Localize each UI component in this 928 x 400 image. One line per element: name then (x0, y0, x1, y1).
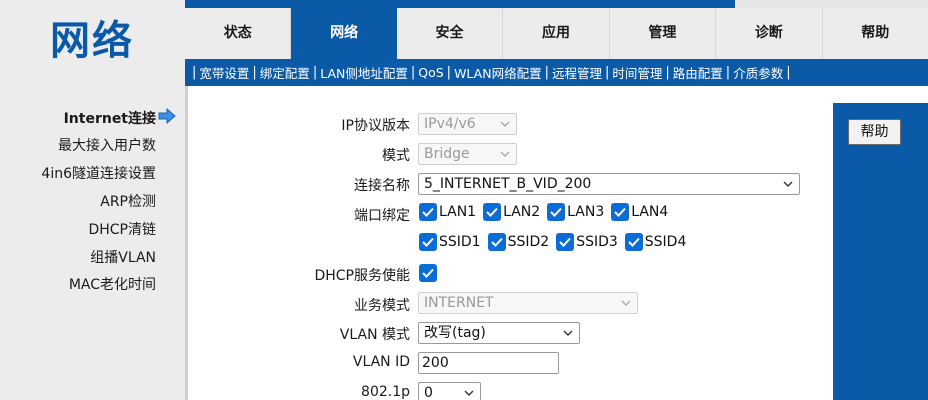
lan4-checkbox[interactable] (611, 203, 630, 221)
check-icon (490, 237, 503, 247)
dot1p-label: 802.1p (361, 384, 410, 400)
check-icon (422, 268, 434, 278)
tab-help[interactable]: 帮助 (823, 8, 928, 59)
ip-version-label: IP协议版本 (341, 118, 410, 134)
lan3-checkbox[interactable] (547, 203, 566, 221)
main-nav: 状态 网络 安全 应用 管理 诊断 帮助 (185, 8, 928, 59)
sidebar-item-internet[interactable]: Internet连接 (64, 108, 156, 128)
top-strip-right (735, 0, 928, 8)
subnav-item-broadband[interactable]: 宽带设置 (199, 63, 249, 82)
vlan-mode-label: VLAN 模式 (339, 327, 410, 343)
port-binding-row-1: LAN1 LAN2 LAN3 LAN4 (419, 203, 675, 221)
service-mode-select: INTERNET (418, 292, 638, 314)
help-panel-gap (833, 86, 928, 103)
tab-status[interactable]: 状态 (185, 8, 292, 59)
vlan-id-input[interactable]: 200 (418, 352, 559, 374)
check-icon (559, 237, 571, 247)
tab-diagnostics[interactable]: 诊断 (716, 8, 823, 59)
tab-network[interactable]: 网络 (291, 8, 397, 59)
mode-select: Bridge (418, 143, 517, 165)
logo-area: 网络 (0, 0, 185, 86)
check-icon (550, 207, 562, 217)
chevron-down-icon (783, 181, 793, 187)
dhcp-enable-group (419, 264, 439, 282)
help-panel: 帮助 (833, 103, 928, 400)
service-mode-label: 业务模式 (354, 298, 410, 314)
vlan-mode-select[interactable]: 改写(tag) (418, 322, 580, 344)
sidebar: Internet连接 最大接入用户数 4in6隧道连接设置 ARP检测 DHCP… (0, 86, 185, 400)
sidebar-item-max-users[interactable]: 最大接入用户数 (58, 135, 156, 155)
main-content: IP协议版本 IPv4/v6 模式 Bridge 连接名称 5_INTERNET… (188, 86, 833, 400)
subnav-item-remote[interactable]: 远程管理 (552, 63, 602, 82)
check-icon (614, 207, 626, 217)
port-binding-row-2: SSID1 SSID2 SSID3 SSID4 (419, 233, 693, 251)
check-icon (422, 207, 434, 217)
ssid4-checkbox[interactable] (624, 233, 643, 251)
lan4-label: LAN4 (631, 204, 669, 220)
chevron-down-icon (621, 300, 631, 306)
check-icon (486, 207, 498, 217)
arrow-right-icon (158, 107, 176, 125)
sidebar-item-arp[interactable]: ARP检测 (100, 191, 156, 211)
ssid1-checkbox[interactable] (419, 233, 437, 251)
vlan-id-label: VLAN ID (352, 354, 410, 370)
lan2-checkbox[interactable] (483, 203, 502, 221)
subnav-item-routing[interactable]: 路由配置 (673, 63, 723, 82)
subnav-item-lan-address[interactable]: LAN侧地址配置 (320, 63, 408, 82)
port-binding-label: 端口绑定 (354, 208, 410, 224)
ip-version-select: IPv4/v6 (418, 113, 517, 135)
sidebar-item-4in6[interactable]: 4in6隧道连接设置 (41, 163, 156, 183)
sub-nav: | 宽带设置 | 绑定配置 | LAN侧地址配置 | QoS | WLAN网络配… (185, 59, 928, 86)
tab-application[interactable]: 应用 (503, 8, 610, 59)
sidebar-item-multicast-vlan[interactable]: 组播VLAN (90, 247, 156, 267)
dhcp-enable-label: DHCP服务使能 (314, 268, 410, 284)
logo-text: 网络 (50, 18, 134, 64)
tab-management[interactable]: 管理 (610, 8, 717, 59)
lan1-label: LAN1 (439, 204, 477, 220)
ssid4-label: SSID4 (644, 234, 687, 250)
top-strip (185, 0, 735, 8)
connection-name-label: 连接名称 (354, 178, 410, 194)
sidebar-item-mac-aging[interactable]: MAC老化时间 (69, 274, 156, 294)
tab-security[interactable]: 安全 (397, 8, 504, 59)
check-icon (628, 237, 640, 247)
ssid1-label: SSID1 (439, 234, 481, 250)
ssid3-checkbox[interactable] (556, 233, 575, 251)
subnav-item-wlan[interactable]: WLAN网络配置 (454, 63, 542, 82)
subnav-item-time[interactable]: 时间管理 (612, 63, 662, 82)
chevron-down-icon (500, 121, 510, 127)
lan2-label: LAN2 (503, 204, 541, 220)
check-icon (422, 237, 434, 247)
subnav-item-qos[interactable]: QoS (418, 65, 443, 80)
lan1-checkbox[interactable] (419, 203, 437, 221)
subnav-item-binding[interactable]: 绑定配置 (260, 63, 310, 82)
dot1p-select[interactable]: 0 (418, 382, 481, 400)
ssid2-label: SSID2 (507, 234, 550, 250)
subnav-item-media[interactable]: 介质参数 (733, 63, 783, 82)
mode-label: 模式 (382, 148, 410, 164)
dhcp-enable-checkbox[interactable] (419, 264, 437, 282)
lan3-label: LAN3 (567, 204, 605, 220)
chevron-down-icon (464, 390, 474, 396)
sidebar-item-dhcp[interactable]: DHCP清链 (88, 219, 156, 239)
ssid3-label: SSID3 (576, 234, 618, 250)
chevron-down-icon (500, 151, 510, 157)
help-button[interactable]: 帮助 (848, 119, 901, 145)
chevron-down-icon (563, 330, 573, 336)
ssid2-checkbox[interactable] (487, 233, 506, 251)
connection-name-select[interactable]: 5_INTERNET_B_VID_200 (418, 173, 800, 195)
